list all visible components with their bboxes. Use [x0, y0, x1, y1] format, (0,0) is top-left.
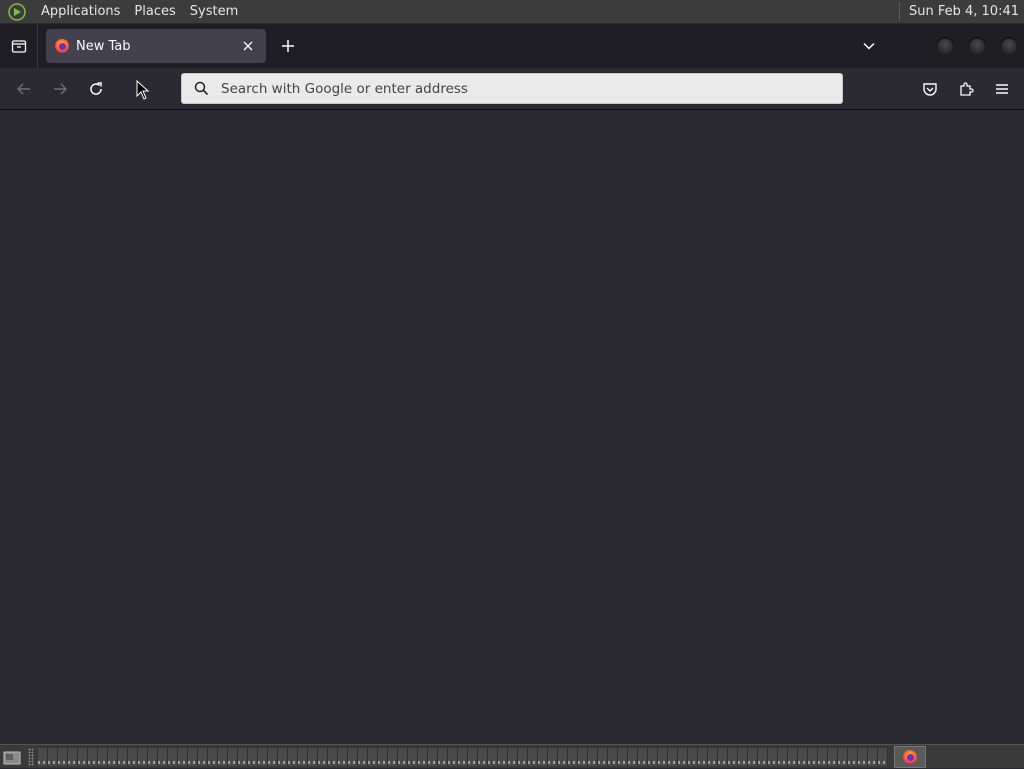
address-bar[interactable]: [181, 73, 843, 104]
places-menu[interactable]: Places: [127, 0, 182, 24]
navigation-toolbar: [0, 68, 1024, 110]
system-top-panel: Applications Places System Sun Feb 4, 10…: [0, 0, 1024, 24]
plus-icon: [282, 40, 294, 52]
firefox-view-button[interactable]: [0, 24, 38, 68]
show-desktop-icon: [3, 751, 21, 764]
panel-drag-handle[interactable]: [28, 747, 34, 766]
page-content[interactable]: [0, 110, 1024, 744]
extensions-button[interactable]: [950, 73, 982, 105]
show-desktop-button[interactable]: [0, 745, 24, 769]
new-tab-button[interactable]: [273, 31, 303, 61]
tab-title: New Tab: [76, 38, 131, 54]
tab-close-button[interactable]: [238, 36, 258, 56]
workspace-switcher[interactable]: [38, 747, 888, 766]
firefox-favicon-icon: [55, 39, 69, 53]
clock[interactable]: Sun Feb 4, 10:41: [909, 4, 1024, 19]
pocket-button[interactable]: [914, 73, 946, 105]
search-icon: [194, 81, 209, 96]
applications-menu[interactable]: Applications: [34, 0, 127, 24]
taskbar-firefox-button[interactable]: [894, 745, 926, 768]
panel-separator: [898, 2, 901, 21]
close-window-button[interactable]: [1000, 37, 1018, 55]
back-button[interactable]: [8, 73, 40, 105]
toolbar-right-group: [910, 73, 1018, 105]
tab-new-tab[interactable]: New Tab: [46, 29, 266, 63]
close-icon: [243, 41, 253, 51]
maximize-window-button[interactable]: [968, 37, 986, 55]
reload-icon: [90, 81, 102, 95]
hamburger-menu-icon: [996, 84, 1008, 94]
address-input[interactable]: [221, 80, 842, 97]
bottom-taskbar: [0, 744, 1024, 768]
reload-button[interactable]: [80, 73, 112, 105]
puzzle-piece-icon: [960, 82, 974, 96]
minimize-window-button[interactable]: [936, 37, 954, 55]
distro-logo-icon[interactable]: [6, 1, 28, 23]
firefox-icon: [903, 749, 917, 764]
pocket-icon: [923, 83, 937, 96]
forward-button[interactable]: [44, 73, 76, 105]
mouse-cursor-icon: [136, 80, 150, 100]
back-arrow-icon: [17, 83, 30, 94]
firefox-view-icon: [11, 40, 26, 53]
app-menu-button[interactable]: [986, 73, 1018, 105]
forward-arrow-icon: [54, 83, 67, 94]
list-all-tabs-button[interactable]: [854, 31, 884, 61]
chevron-down-icon: [863, 42, 875, 50]
system-menu[interactable]: System: [183, 0, 245, 24]
tab-strip: New Tab: [0, 24, 1024, 68]
